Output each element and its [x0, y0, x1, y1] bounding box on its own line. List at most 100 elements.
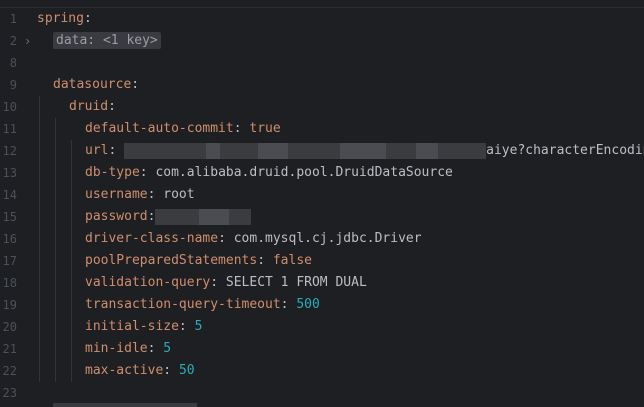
code-text[interactable]: spring:: [37, 8, 92, 30]
code-line[interactable]: 17 poolPreparedStatements: false: [0, 250, 644, 272]
code-text[interactable]: url: aiye?characterEncoding=: [85, 140, 644, 162]
yaml-key: password: [85, 209, 148, 224]
yaml-value: SELECT 1 FROM DUAL: [225, 275, 367, 290]
code-text[interactable]: transaction-query-timeout: 500: [85, 294, 320, 316]
yaml-key: spring: [37, 11, 84, 26]
yaml-value: com.alibaba.druid.pool.DruidDataSource: [155, 165, 453, 180]
line-number: 17: [2, 254, 17, 268]
indent-guide-3: [71, 140, 72, 382]
yaml-separator: :: [108, 99, 116, 114]
redacted-segment: [386, 142, 417, 159]
collapsed-block[interactable]: data: <1 key>: [53, 32, 161, 49]
line-number: 16: [2, 232, 17, 246]
yaml-separator: :: [280, 297, 297, 312]
yaml-value: aiye?characterEncoding=: [486, 143, 644, 158]
yaml-separator: :: [257, 253, 273, 268]
indent-guide-1: [39, 96, 40, 382]
redacted-segment: [288, 142, 341, 159]
yaml-value: false: [272, 253, 312, 268]
line-number: 20: [2, 320, 17, 334]
yaml-separator: :: [139, 165, 156, 180]
code-text[interactable]: validation-query: SELECT 1 FROM DUAL: [85, 272, 367, 294]
redacted-segment: [340, 142, 387, 159]
yaml-separator: :: [163, 363, 179, 378]
code-line[interactable]: 11 default-auto-commit: true: [0, 118, 644, 140]
line-number: 9: [9, 78, 17, 92]
code-line[interactable]: 18 validation-query: SELECT 1 FROM DUAL: [0, 272, 644, 294]
code-text[interactable]: initial-size: 5: [85, 316, 202, 338]
line-number: 14: [2, 188, 17, 202]
yaml-separator: :: [218, 231, 234, 246]
code-text[interactable]: password:: [85, 206, 252, 228]
code-line[interactable]: 14 username: root: [0, 184, 644, 206]
yaml-key: driver-class-name: [85, 231, 219, 246]
code-line[interactable]: 22 max-active: 50: [0, 360, 644, 382]
code-line[interactable]: 2 › data: <1 key>: [0, 30, 644, 52]
line-number: 23: [2, 386, 17, 400]
line-number: 11: [2, 122, 17, 136]
code-text[interactable]: druid:: [69, 96, 116, 118]
code-text[interactable]: driver-class-name: com.mysql.cj.jdbc.Dri…: [85, 228, 422, 250]
yaml-value: root: [163, 187, 195, 202]
code-line[interactable]: 9 datasource:: [0, 74, 644, 96]
code-line[interactable]: 16 driver-class-name: com.mysql.cj.jdbc.D…: [0, 228, 644, 250]
yaml-key: validation-query: [85, 275, 211, 290]
yaml-value: 500: [296, 297, 320, 312]
code-line[interactable]: 1 spring:: [0, 8, 644, 30]
line-number: 13: [2, 166, 17, 180]
redacted-segment: [438, 142, 487, 159]
line-number: 1: [9, 12, 17, 26]
code-editor[interactable]: 1 spring: 2 › data: <1 key> 8 9 datasource: 10 dr…: [0, 0, 644, 407]
line-number: 12: [2, 144, 17, 158]
yaml-separator: :: [83, 11, 92, 26]
yaml-key: druid: [69, 99, 109, 114]
yaml-key: min-idle: [85, 341, 148, 356]
code-text[interactable]: min-idle: 5: [85, 338, 171, 360]
yaml-key: max-active: [85, 363, 164, 378]
line-number: 18: [2, 276, 17, 290]
redacted-segment: [220, 142, 259, 159]
redacted-segment: [416, 142, 439, 159]
line-number: 22: [2, 364, 17, 378]
code-line[interactable]: 10 druid:: [0, 96, 644, 118]
code-text[interactable]: default-auto-commit: true: [85, 118, 281, 140]
code-line[interactable]: 21 min-idle: 5: [0, 338, 644, 360]
yaml-value: 50: [178, 363, 195, 378]
code-line[interactable]: 19 transaction-query-timeout: 500: [0, 294, 644, 316]
code-line[interactable]: 15 password:: [0, 206, 644, 228]
yaml-value: true: [249, 121, 281, 136]
yaml-key: poolPreparedStatements: [85, 253, 258, 268]
yaml-key: initial-size: [85, 319, 179, 334]
line-number: 15: [2, 210, 17, 224]
yaml-separator: :: [210, 275, 226, 290]
code-text[interactable]: datasource:: [53, 74, 139, 96]
yaml-value: com.mysql.cj.jdbc.Driver: [233, 231, 422, 246]
code-line[interactable]: 13 db-type: com.alibaba.druid.pool.DruidD…: [0, 162, 644, 184]
indent-guide-2: [55, 118, 56, 382]
line-number: 8: [9, 56, 17, 70]
line-number: 21: [2, 342, 17, 356]
redacted-segment: [206, 142, 221, 159]
redacted-segment: [155, 208, 200, 225]
yaml-separator: :: [178, 319, 195, 334]
code-text[interactable]: poolPreparedStatements: false: [85, 250, 312, 272]
yaml-key: url: [85, 143, 109, 158]
redacted-segment: [124, 142, 207, 159]
code-text[interactable]: max-active: 50: [85, 360, 195, 382]
code-line[interactable]: 8: [0, 52, 644, 74]
editor-top-edge: [0, 0, 644, 8]
yaml-key: transaction-query-timeout: [85, 297, 281, 312]
code-text[interactable]: username: root: [85, 184, 195, 206]
code-text[interactable]: data: <1 key>: [53, 30, 161, 52]
folded-region-hint: [53, 403, 197, 407]
yaml-separator: :: [147, 187, 164, 202]
yaml-value: 5: [194, 319, 203, 334]
code-line[interactable]: 23: [0, 382, 644, 404]
code-line[interactable]: 12 url: aiye?characterEncoding=: [0, 140, 644, 162]
code-line[interactable]: 20 initial-size: 5: [0, 316, 644, 338]
code-text[interactable]: db-type: com.alibaba.druid.pool.DruidDat…: [85, 162, 453, 184]
redacted-segment: [258, 142, 289, 159]
yaml-key: datasource: [53, 77, 132, 92]
redacted-segment: [199, 208, 230, 225]
fold-expand-icon[interactable]: ›: [24, 30, 31, 52]
